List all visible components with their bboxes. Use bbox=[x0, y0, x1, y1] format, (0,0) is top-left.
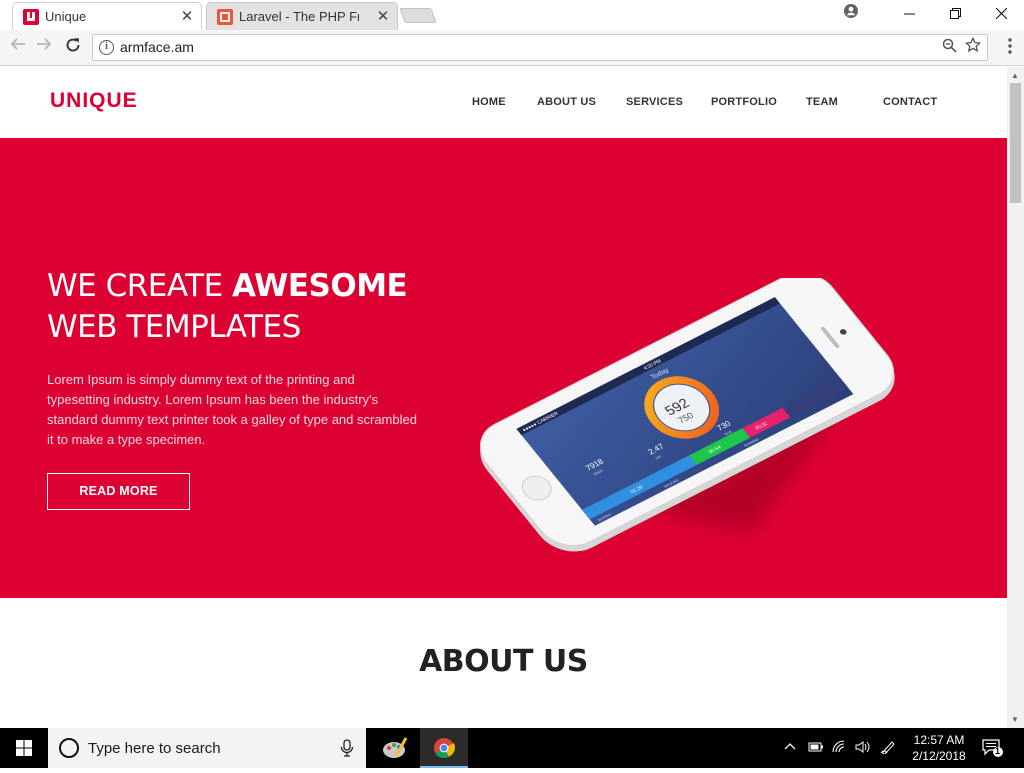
battery-icon[interactable] bbox=[808, 740, 824, 757]
browser-toolbar: i armface.am bbox=[0, 30, 1024, 66]
site-header: UNIQUE HOME ABOUT US SERVICES PORTFOLIO … bbox=[0, 67, 1007, 138]
address-bar[interactable]: i armface.am bbox=[92, 34, 988, 61]
bookmark-star-icon[interactable] bbox=[964, 36, 982, 58]
hero-title: WE CREATE AWESOME WEB TEMPLATES bbox=[47, 266, 408, 348]
hero-title-bold: AWESOME bbox=[232, 268, 408, 304]
about-us-heading: ABOUT US bbox=[419, 644, 588, 679]
nav-services[interactable]: SERVICES bbox=[626, 96, 683, 108]
tab-title: Unique bbox=[45, 9, 87, 24]
minimize-button[interactable] bbox=[886, 0, 932, 28]
microphone-icon[interactable] bbox=[340, 739, 354, 757]
network-icon[interactable] bbox=[832, 740, 848, 757]
forward-arrow-icon[interactable] bbox=[33, 36, 55, 58]
tab-close-icon[interactable]: ✕ bbox=[375, 3, 391, 30]
restore-button[interactable] bbox=[932, 0, 978, 28]
new-tab-button[interactable] bbox=[399, 8, 437, 23]
clock-time: 12:57 AM bbox=[913, 733, 965, 747]
phone-mockup-image: ●●●●● CARRIER 4:20 PM Today 592 750 7918… bbox=[479, 272, 900, 558]
nav-home[interactable]: HOME bbox=[472, 96, 506, 108]
action-center-icon[interactable]: 1 bbox=[982, 738, 1003, 757]
pen-workspace-icon[interactable] bbox=[880, 740, 896, 757]
tab-strip: Unique ✕ Laravel - The PHP Framew ✕ bbox=[0, 0, 1024, 30]
taskbar-search-box[interactable]: Type here to search bbox=[48, 728, 366, 768]
chrome-app-icon[interactable] bbox=[420, 728, 468, 768]
nav-contact[interactable]: CONTACT bbox=[883, 96, 937, 108]
page-scrollbar[interactable]: ▲ ▼ bbox=[1007, 67, 1024, 728]
scroll-up-arrow-icon[interactable]: ▲ bbox=[1011, 71, 1019, 80]
nav-about-us[interactable]: ABOUT US bbox=[537, 96, 596, 108]
scrollbar-thumb[interactable] bbox=[1010, 83, 1021, 203]
cortana-icon bbox=[59, 738, 79, 758]
start-button[interactable] bbox=[0, 728, 48, 768]
read-more-button[interactable]: READ MORE bbox=[47, 473, 190, 510]
zoom-icon[interactable] bbox=[942, 38, 957, 57]
hero-description: Lorem Ipsum is simply dummy text of the … bbox=[47, 372, 417, 447]
tab-title: Laravel - The PHP Framew bbox=[239, 9, 359, 24]
web-page: UNIQUE HOME ABOUT US SERVICES PORTFOLIO … bbox=[0, 67, 1007, 728]
notification-badge: 1 bbox=[995, 746, 1001, 756]
tab-unique[interactable]: Unique ✕ bbox=[12, 2, 202, 30]
profile-icon[interactable] bbox=[828, 0, 874, 28]
nav-portfolio[interactable]: PORTFOLIO bbox=[711, 96, 777, 108]
tab-laravel[interactable]: Laravel - The PHP Framew ✕ bbox=[206, 2, 398, 30]
tab-close-icon[interactable]: ✕ bbox=[179, 3, 195, 30]
hero-title-plain: WE CREATE bbox=[47, 268, 233, 304]
nav-team[interactable]: TEAM bbox=[806, 96, 838, 108]
url-text[interactable]: armface.am bbox=[120, 39, 194, 55]
laravel-favicon-icon bbox=[217, 9, 233, 25]
volume-icon[interactable] bbox=[855, 740, 871, 757]
windows-taskbar: Type here to search 12:57 AM 2/12/2018 1 bbox=[0, 728, 1024, 768]
site-logo[interactable]: UNIQUE bbox=[50, 89, 138, 113]
system-clock[interactable]: 12:57 AM 2/12/2018 bbox=[905, 732, 973, 764]
browser-menu-icon[interactable] bbox=[1008, 38, 1012, 54]
browser-window: Unique ✕ Laravel - The PHP Framew ✕ bbox=[0, 0, 1024, 728]
clock-date: 2/12/2018 bbox=[912, 749, 966, 763]
paint-app-icon[interactable] bbox=[372, 728, 420, 768]
reload-icon[interactable] bbox=[62, 36, 84, 58]
hero-banner: WE CREATE AWESOME WEB TEMPLATES Lorem Ip… bbox=[0, 138, 1007, 598]
close-window-button[interactable] bbox=[978, 0, 1024, 28]
hero-title-line2: WEB TEMPLATES bbox=[47, 309, 301, 345]
site-info-icon[interactable]: i bbox=[99, 40, 114, 55]
scroll-down-arrow-icon[interactable]: ▼ bbox=[1011, 715, 1019, 724]
unique-favicon-icon bbox=[23, 9, 39, 25]
back-arrow-icon[interactable] bbox=[7, 36, 29, 58]
show-hidden-icons-chevron-icon[interactable] bbox=[784, 740, 796, 757]
search-placeholder: Type here to search bbox=[88, 740, 221, 757]
